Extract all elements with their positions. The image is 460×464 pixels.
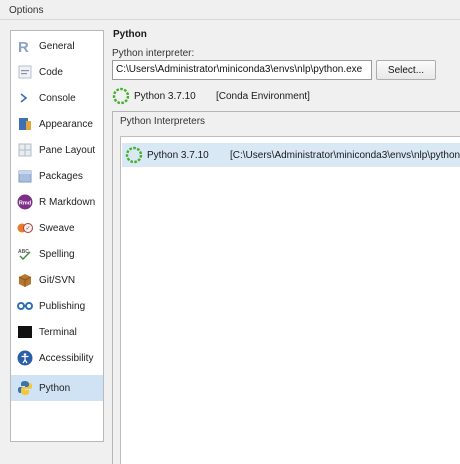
r-logo-icon: R: [17, 38, 33, 54]
sidebar-item-label: Spelling: [39, 248, 75, 260]
sidebar-item-label: Pane Layout: [39, 144, 96, 156]
rmarkdown-icon: Rmd: [17, 194, 33, 210]
sidebar-item-label: Python: [39, 382, 71, 394]
conda-ring-icon: [112, 87, 130, 105]
interpreter-status: Python 3.7.10 [Conda Environment]: [112, 86, 310, 106]
window-title: Options: [0, 0, 460, 20]
svg-text:R: R: [18, 39, 29, 54]
options-sidebar: R General Code Console Appearance Pane L…: [10, 30, 104, 442]
sidebar-item-appearance[interactable]: Appearance: [11, 111, 103, 137]
svg-text:✓: ✓: [25, 226, 30, 232]
sidebar-item-python[interactable]: Python: [11, 375, 103, 401]
section-title: Python: [113, 29, 147, 40]
interpreter-path-field[interactable]: C:\Users\Administrator\miniconda3\envs\n…: [112, 60, 372, 80]
list-item-version: Python 3.7.10: [147, 149, 209, 161]
git-icon: [17, 272, 33, 288]
sweave-icon: ✓: [17, 220, 33, 236]
sidebar-item-pane-layout[interactable]: Pane Layout: [11, 137, 103, 163]
spelling-icon: ABC: [17, 246, 33, 262]
sidebar-item-label: Accessibility: [39, 352, 94, 364]
interpreters-list[interactable]: Python 3.7.10 [C:\Users\Administrator\mi…: [120, 136, 460, 464]
sidebar-item-label: Git/SVN: [39, 274, 76, 286]
sidebar-item-code[interactable]: Code: [11, 59, 103, 85]
publishing-icon: [17, 298, 33, 314]
sidebar-item-packages[interactable]: Packages: [11, 163, 103, 189]
python-icon: [17, 380, 33, 396]
appearance-icon: [17, 116, 33, 132]
sidebar-item-label: R Markdown: [39, 196, 96, 208]
interpreter-label: Python interpreter:: [112, 48, 195, 59]
rmarkdown-badge: Rmd: [19, 201, 31, 207]
environment-type-label: [Conda Environment]: [216, 91, 310, 102]
sidebar-item-label: Sweave: [39, 222, 75, 234]
sidebar-item-sweave[interactable]: ✓ Sweave: [11, 215, 103, 241]
code-icon: [17, 64, 33, 80]
sidebar-item-accessibility[interactable]: Accessibility: [11, 345, 103, 371]
sidebar-item-label: Terminal: [39, 326, 77, 338]
sidebar-item-label: Packages: [39, 170, 83, 182]
list-item[interactable]: Python 3.7.10 [C:\Users\Administrator\mi…: [122, 143, 460, 167]
python-version-label: Python 3.7.10: [134, 90, 196, 102]
sidebar-item-label: Appearance: [39, 118, 93, 130]
sidebar-item-terminal[interactable]: Terminal: [11, 319, 103, 345]
terminal-icon: [17, 324, 33, 340]
sidebar-item-console[interactable]: Console: [11, 85, 103, 111]
sidebar-item-git-svn[interactable]: Git/SVN: [11, 267, 103, 293]
select-interpreter-button[interactable]: Select...: [376, 60, 436, 80]
accessibility-icon: [17, 350, 33, 366]
dialog-title: Python Interpreters: [120, 116, 206, 127]
pane-layout-icon: [17, 142, 33, 158]
sidebar-item-label: Console: [39, 92, 76, 104]
list-item-path: [C:\Users\Administrator\miniconda3\envs\…: [230, 150, 460, 161]
python-interpreters-dialog: Python Interpreters Python 3.7.10 [C:\Us…: [112, 111, 460, 464]
sidebar-item-general[interactable]: R General: [11, 33, 103, 59]
packages-icon: [17, 168, 33, 184]
console-icon: [17, 90, 33, 106]
conda-ring-icon: [125, 146, 143, 164]
sidebar-item-r-markdown[interactable]: Rmd R Markdown: [11, 189, 103, 215]
sidebar-item-spelling[interactable]: ABC Spelling: [11, 241, 103, 267]
sidebar-item-label: Code: [39, 66, 63, 78]
sidebar-item-publishing[interactable]: Publishing: [11, 293, 103, 319]
sidebar-item-label: General: [39, 40, 75, 52]
sidebar-item-label: Publishing: [39, 300, 86, 312]
